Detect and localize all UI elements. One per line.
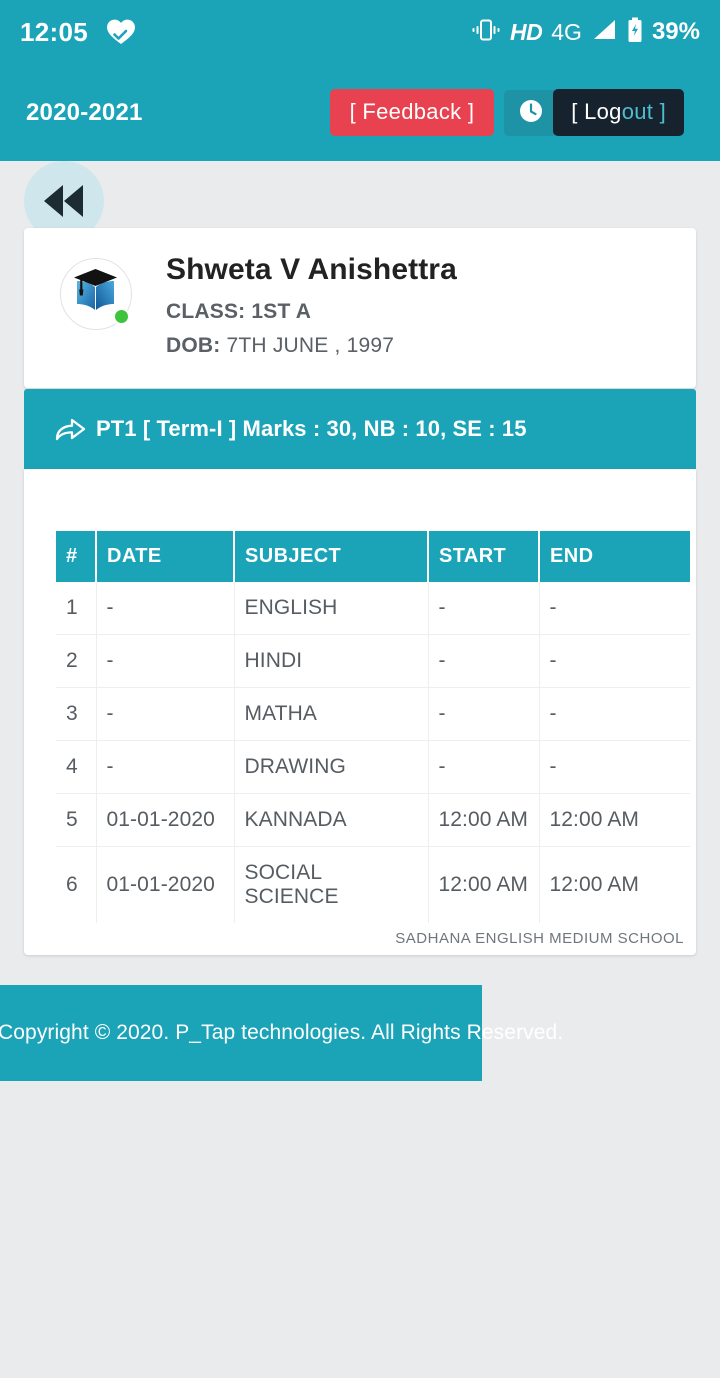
schedule-panel: # DATE SUBJECT START END 1- ENGLISH - -2- HI… <box>24 469 696 955</box>
footer-bar: Copyright © 2020. P_Tap technologies. Al… <box>0 985 563 1081</box>
cell-subject: ENGLISH <box>234 582 429 635</box>
exam-section-title: PT1 [ Term-I ] Marks : 30, NB : 10, SE :… <box>96 416 527 441</box>
column-header-end: END <box>539 531 690 582</box>
cell-date: 01-01-2020 <box>96 793 235 847</box>
cell-num: 1 <box>56 582 97 635</box>
cell-subject: MATHA <box>234 687 429 741</box>
clock-icon <box>518 98 544 127</box>
cell-start: - <box>428 687 540 741</box>
cell-end: - <box>539 740 690 794</box>
logout-label-main: [ Log <box>571 99 622 125</box>
column-header-start: START <box>428 531 540 582</box>
battery-charging-icon <box>627 17 643 48</box>
student-profile-card: Shweta V Anishettra CLASS: 1ST A DOB: 7T… <box>24 228 696 388</box>
cell-date: - <box>96 740 235 794</box>
status-time: 12:05 <box>20 16 88 47</box>
cell-date: 01-01-2020 <box>96 846 235 923</box>
table-row: 1- ENGLISH - - <box>56 582 690 635</box>
cell-subject: KANNADA <box>234 793 429 847</box>
copyright-text: Copyright © 2020. P_Tap technologies. Al… <box>0 1021 564 1044</box>
cell-num: 5 <box>56 793 97 847</box>
cell-num: 3 <box>56 687 97 741</box>
schedule-table: # DATE SUBJECT START END 1- ENGLISH - -2- HI… <box>56 531 690 923</box>
avatar <box>60 258 132 330</box>
logout-button[interactable]: [ Logout ] <box>553 89 684 136</box>
table-row: 4- DRAWING - - <box>56 740 690 794</box>
exam-section-header[interactable]: PT1 [ Term-I ] Marks : 30, NB : 10, SE :… <box>24 389 696 469</box>
heart-check-icon <box>106 18 136 46</box>
academic-year-label: 2020-2021 <box>26 98 143 126</box>
hd-indicator: HD <box>510 18 543 45</box>
cell-end: - <box>539 582 690 635</box>
feedback-button[interactable]: [ Feedback ] <box>329 89 495 136</box>
clock-button[interactable] <box>504 89 558 136</box>
cell-date: - <box>96 634 235 688</box>
cell-subject: HINDI <box>234 634 429 688</box>
student-class: CLASS: 1ST A <box>166 300 312 323</box>
student-dob: DOB: 7TH JUNE , 1997 <box>166 334 457 358</box>
app-screen: 12:05 HD 4G 39% 2020-2021 [Feedback] [… <box>0 0 720 1378</box>
cell-end: 12:00 AM <box>539 793 690 847</box>
app-header-bar: 2020-2021 [ Feedback ] [ Logout ] <box>0 64 720 161</box>
table-row: 6 01-01-2020 SOCIAL SCIENCE 12:00 AM 12:00 A… <box>56 846 690 923</box>
cell-date: - <box>96 582 235 635</box>
header-actions: [ Feedback ] [ Logout ] <box>329 89 684 136</box>
cell-start: - <box>428 634 540 688</box>
cell-num: 4 <box>56 740 97 794</box>
table-row: 3- MATHA - - <box>56 687 690 741</box>
cell-end: - <box>539 687 690 741</box>
cell-start: - <box>428 740 540 794</box>
schedule-table-body: 1- ENGLISH - -2- HINDI - -3- MATHA - -4- DRAWING - -… <box>56 582 690 923</box>
table-header-row: # DATE SUBJECT START END <box>56 531 690 582</box>
cell-end: - <box>539 634 690 688</box>
share-arrow-icon <box>54 415 86 443</box>
cell-subject: DRAWING <box>234 740 429 794</box>
dob-value: 7TH JUNE , 1997 <box>226 334 395 357</box>
table-row: 5 01-01-2020 KANNADA 12:00 AM 12:00 AM <box>56 793 690 847</box>
signal-bars-icon <box>591 18 618 47</box>
cell-num: 2 <box>56 634 97 688</box>
cell-subject: SOCIAL SCIENCE <box>234 846 429 923</box>
logout-label-tail: out ] <box>621 99 666 125</box>
cell-end: 12:00 AM <box>549 873 640 896</box>
status-bar: 12:05 HD 4G 39% <box>0 0 720 64</box>
cell-start: - <box>428 582 540 635</box>
table-row: 2- HINDI - - <box>56 634 690 688</box>
network-indicator: 4G <box>551 18 582 45</box>
cell-start: 12:00 AM <box>428 846 540 923</box>
column-header-subject: SUBJECT <box>234 531 429 582</box>
student-info: Shweta V Anishettra CLASS: 1ST A DOB: 7T… <box>166 252 457 358</box>
dob-label: DOB: <box>166 334 221 357</box>
cell-start: 12:00 AM <box>428 793 540 847</box>
online-status-dot <box>113 308 130 325</box>
vibrate-icon <box>471 18 501 47</box>
cell-num: 6 <box>56 846 97 923</box>
cell-date: - <box>96 687 235 741</box>
student-name: Shweta V Anishettra <box>166 253 457 286</box>
column-header-date: DATE <box>96 531 235 582</box>
school-name: SADHANA ENGLISH MEDIUM SCHOOL <box>395 930 684 947</box>
column-header-num: # <box>56 531 97 582</box>
battery-percent: 39% <box>651 18 700 45</box>
rewind-back-icon <box>41 181 87 221</box>
